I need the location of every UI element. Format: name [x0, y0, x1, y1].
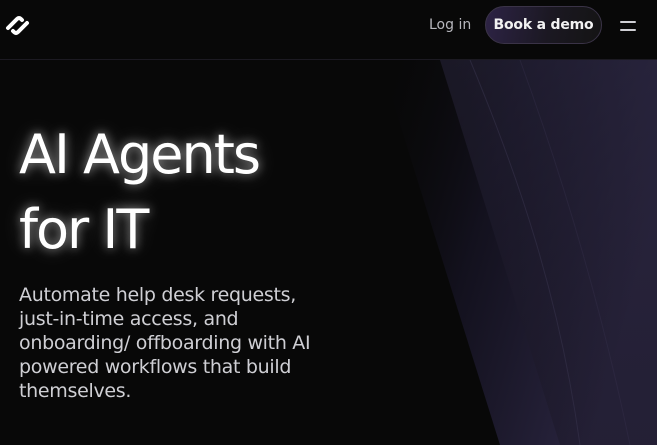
hero-title-line-2: for IT [19, 198, 149, 261]
hero-title-line-1: AI Agents [19, 123, 261, 186]
brand-logo-icon[interactable] [5, 13, 30, 38]
hero-description-line: themselves. [19, 380, 132, 402]
landing-page: Log in Book a demo AI Agents for IT Auto… [0, 0, 657, 445]
hero-title: AI Agents for IT [19, 117, 349, 267]
hero-description: Automate help desk requests, just-in-tim… [19, 283, 339, 403]
hero-description-line: onboarding/ offboarding with AI [19, 332, 311, 354]
hamburger-menu-icon[interactable] [620, 19, 636, 32]
hero-description-line: just-in-time access, and [19, 308, 239, 330]
hero-description-line: powered workflows that build [19, 356, 292, 378]
site-header: Log in Book a demo [0, 0, 657, 60]
login-link[interactable]: Log in [429, 16, 471, 34]
book-demo-button[interactable]: Book a demo [485, 6, 602, 44]
hero-description-line: Automate help desk requests, [19, 284, 297, 306]
